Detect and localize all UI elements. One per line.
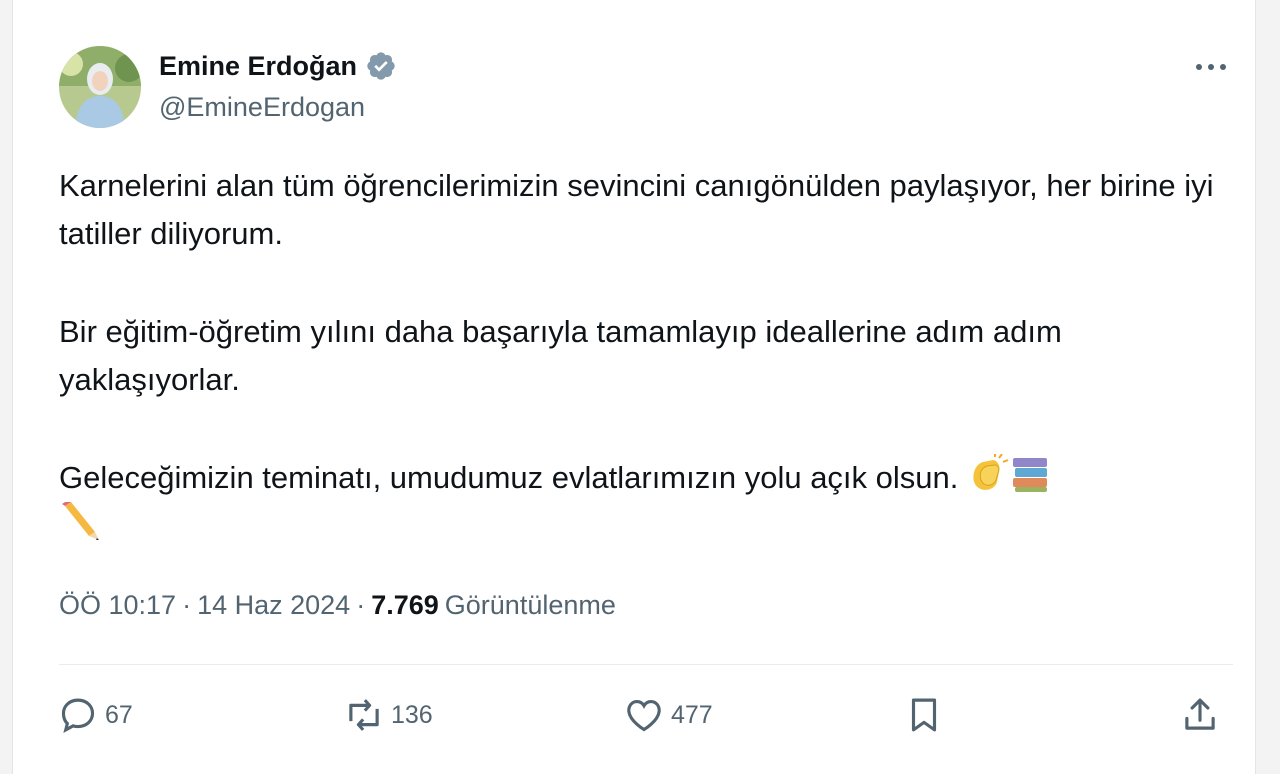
tweet-paragraph: Geleceğimizin teminatı, umudumuz evlatla…	[59, 460, 959, 495]
views-label: Görüntülenme	[444, 590, 616, 620]
tweet-paragraph-with-emojis: Geleceğimizin teminatı, umudumuz evlatla…	[59, 454, 1249, 550]
books-icon	[1013, 458, 1048, 492]
pencil-icon	[62, 502, 99, 540]
reply-icon	[61, 698, 95, 733]
bookmark-button[interactable]	[903, 694, 945, 736]
share-icon	[1185, 698, 1215, 730]
tweet-date[interactable]: 14 Haz 2024	[197, 590, 350, 621]
views-count: 7.769	[371, 590, 439, 620]
reply-button[interactable]: 67	[57, 694, 133, 736]
tweet-card: Emine Erdoğan @EmineErdogan Karnelerini …	[12, 0, 1256, 774]
author-name-row[interactable]: Emine Erdoğan	[159, 50, 397, 82]
meta-separator: ·	[356, 590, 366, 620]
tweet-text: Karnelerini alan tüm öğrencilerimizin se…	[59, 162, 1249, 550]
bookmark-icon	[911, 698, 937, 732]
retweet-button[interactable]: 136	[343, 694, 433, 736]
avatar[interactable]	[59, 46, 141, 128]
divider	[59, 664, 1233, 665]
share-button[interactable]	[1179, 694, 1221, 736]
verified-badge-icon	[367, 52, 395, 80]
like-count: 477	[671, 700, 713, 729]
like-button[interactable]: 477	[623, 694, 713, 736]
tweet-paragraph: Bir eğitim-öğretim yılını daha başarıyla…	[59, 314, 1062, 397]
author-handle[interactable]: @EmineErdogan	[159, 92, 365, 123]
tweet-time[interactable]: ÖÖ 10:17	[59, 590, 176, 621]
tweet-paragraph: Karnelerini alan tüm öğrencilerimizin se…	[59, 168, 1214, 251]
retweet-icon	[349, 699, 379, 731]
action-bar: 67 136 477	[13, 688, 1255, 744]
clapping-hands-icon	[973, 454, 1009, 490]
avatar-image	[59, 46, 141, 128]
author-name[interactable]: Emine Erdoğan	[159, 51, 357, 82]
tweet-meta: ÖÖ 10:17 · 14 Haz 2024 · 7.769 Görüntüle…	[59, 590, 616, 621]
meta-separator: ·	[182, 590, 192, 620]
reply-count: 67	[105, 700, 133, 729]
retweet-count: 136	[391, 700, 433, 729]
more-options-icon[interactable]	[1191, 50, 1231, 84]
heart-icon	[627, 699, 661, 732]
